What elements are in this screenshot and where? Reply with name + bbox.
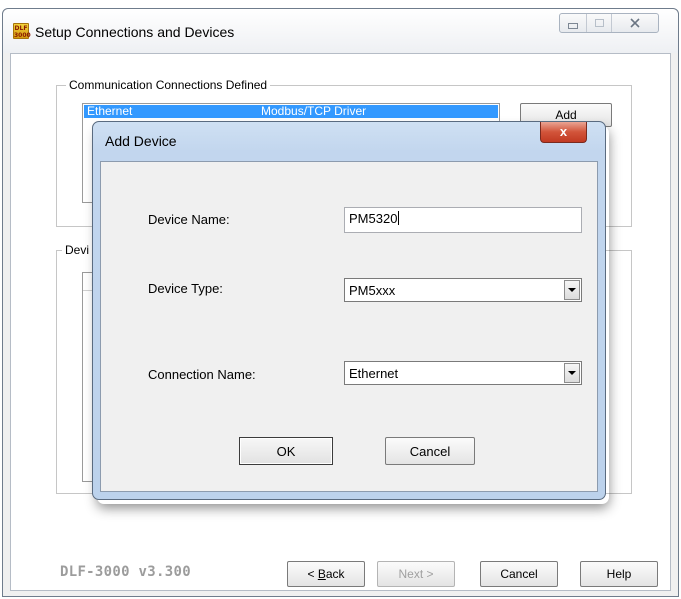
connection-row-driver: Modbus/TCP Driver — [261, 105, 367, 118]
next-button[interactable]: Next > — [377, 561, 455, 587]
close-icon — [630, 18, 640, 28]
devices-group-label: Devi — [62, 243, 93, 257]
chevron-down-icon — [568, 288, 576, 292]
connections-list-row[interactable]: Ethernet Modbus/TCP Driver — [84, 105, 498, 118]
device-name-value: PM5320 — [349, 211, 398, 226]
back-button-prefix: < — [307, 567, 318, 581]
connections-group-label: Communication Connections Defined — [66, 78, 271, 92]
minimize-button[interactable] — [560, 14, 587, 32]
back-button[interactable]: < Back — [287, 561, 365, 587]
device-type-select[interactable]: PM5xxx — [344, 278, 582, 302]
chevron-down-icon — [568, 371, 576, 375]
connection-row-name: Ethernet — [87, 105, 133, 118]
dialog-body: Device Name: PM5320 Device Type: PM5xxx … — [100, 161, 598, 492]
device-type-label: Device Type: — [148, 281, 223, 296]
ok-button[interactable]: OK — [239, 437, 333, 465]
connection-name-value: Ethernet — [349, 366, 399, 381]
maximize-button[interactable] — [587, 14, 612, 32]
dialog-close-button[interactable]: x — [540, 122, 587, 143]
main-titlebar[interactable]: DLF 3000 Setup Connections and Devices — [3, 9, 678, 53]
text-caret — [398, 211, 400, 225]
version-label: DLF-3000 v3.300 — [60, 564, 191, 580]
close-icon: x — [559, 124, 568, 139]
maximize-icon — [594, 19, 604, 27]
add-device-dialog: Add Device x Device Name: PM5320 Device … — [92, 121, 606, 500]
back-button-accesskey: B — [317, 567, 326, 581]
help-button[interactable]: Help — [580, 561, 658, 587]
app-icon: DLF 3000 — [13, 23, 31, 39]
device-name-label: Device Name: — [148, 212, 230, 227]
window-controls — [559, 13, 659, 33]
device-type-dropdown-button[interactable] — [564, 280, 580, 300]
device-name-input[interactable]: PM5320 — [344, 207, 582, 233]
dialog-cancel-button[interactable]: Cancel — [385, 437, 475, 465]
back-button-rest: ack — [325, 567, 345, 581]
connection-name-select[interactable]: Ethernet — [344, 361, 582, 385]
device-type-value: PM5xxx — [349, 283, 396, 298]
connection-name-label: Connection Name: — [148, 367, 256, 382]
window-title: Setup Connections and Devices — [35, 24, 235, 40]
close-button[interactable] — [612, 14, 658, 32]
connection-name-dropdown-button[interactable] — [564, 363, 580, 383]
minimize-icon — [568, 23, 578, 29]
dialog-title: Add Device — [105, 133, 177, 149]
cancel-button[interactable]: Cancel — [480, 561, 558, 587]
